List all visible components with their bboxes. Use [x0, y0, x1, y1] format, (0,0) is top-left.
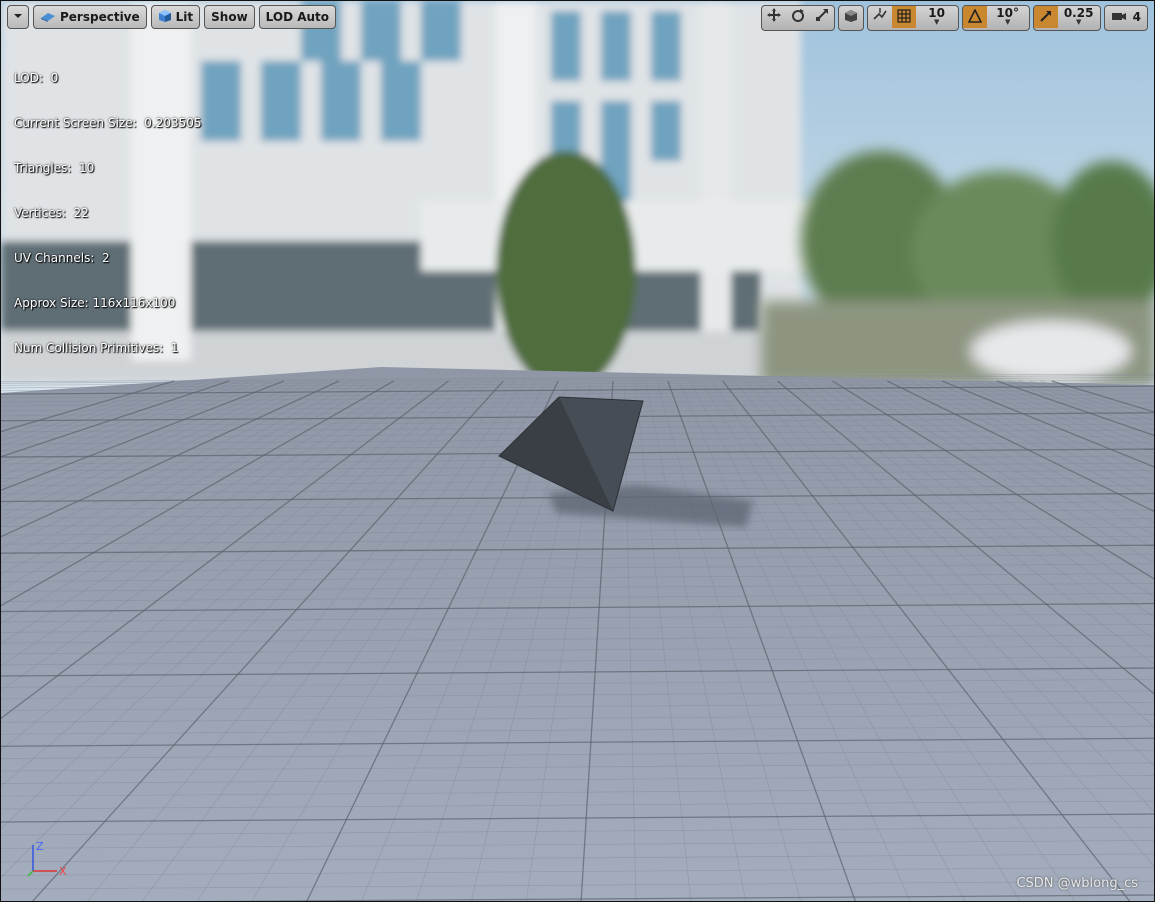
move-arrows-icon	[766, 7, 782, 27]
watermark: CSDN @wblong_cs	[1016, 876, 1138, 891]
scale-snap-value-dropdown[interactable]: 0.25 ▼	[1058, 6, 1100, 28]
grid-snap-toggle[interactable]	[891, 6, 916, 28]
camera-speed-value: 4	[1132, 9, 1141, 24]
stat-lod: LOD: 0	[14, 71, 59, 85]
stat-triangles: Triangles: 10	[14, 161, 95, 175]
mesh-stats-overlay: LOD: 0 Current Screen Size: 0.203505 Tri…	[14, 41, 202, 386]
lit-label: Lit	[175, 10, 194, 24]
grid-snap-value-dropdown[interactable]: 10 ▼	[916, 6, 958, 28]
scale-arrow-icon	[1039, 8, 1053, 27]
x-axis-label: X	[59, 865, 67, 878]
viewport-options-button[interactable]	[7, 5, 29, 29]
viewport-toolbar-left: Perspective Lit Show LOD Auto	[7, 5, 337, 29]
angle-triangle-icon	[967, 7, 982, 27]
show-label: Show	[211, 10, 248, 24]
axis-gizmo: Z X	[27, 840, 67, 878]
scale-icon	[814, 7, 830, 27]
lod-button[interactable]: LOD Auto	[258, 5, 337, 29]
rotation-snap-toggle[interactable]	[962, 6, 987, 28]
show-button[interactable]: Show	[204, 5, 255, 29]
world-local-toggle[interactable]	[839, 6, 863, 28]
cube-icon	[844, 8, 858, 27]
stat-collision-primitives: Num Collision Primitives: 1	[14, 341, 179, 355]
rotate-mode-button[interactable]	[786, 6, 810, 28]
translate-mode-button[interactable]	[762, 6, 786, 28]
z-axis-label: Z	[36, 840, 44, 853]
grid-snap-group: 10 ▼	[866, 5, 959, 31]
stat-uv-channels: UV Channels: 2	[14, 251, 110, 265]
scale-mode-button[interactable]	[810, 6, 834, 28]
surface-snap-button[interactable]	[868, 6, 892, 28]
chevron-down-icon: ▼	[1075, 18, 1082, 26]
lit-cube-icon	[158, 9, 172, 26]
chevron-down-icon: ▼	[1004, 18, 1011, 26]
perspective-button[interactable]: Perspective	[33, 5, 147, 29]
y-axis-line	[27, 870, 34, 877]
transform-mode-group	[760, 5, 835, 31]
perspective-label: Perspective	[60, 10, 140, 24]
rotate-icon	[790, 7, 806, 27]
stat-approx-size: Approx Size: 116x116x100	[14, 296, 176, 310]
coordinate-space-group	[837, 5, 864, 31]
chevron-down-icon	[12, 10, 24, 25]
chevron-down-icon: ▼	[933, 18, 940, 26]
camera-icon	[1111, 10, 1127, 24]
viewport-toolbar-right: 10 ▼ 10° ▼ 0.25 ▼ 4	[760, 5, 1148, 31]
grid-icon	[897, 8, 911, 27]
perspective-camera-icon	[40, 10, 56, 25]
stat-screen-size: Current Screen Size: 0.203505	[14, 116, 202, 130]
rotation-snap-value-dropdown[interactable]: 10° ▼	[987, 6, 1029, 28]
camera-speed-dropdown[interactable]: 4	[1105, 6, 1147, 28]
lit-button[interactable]: Lit	[150, 5, 201, 29]
rotation-snap-group: 10° ▼	[961, 5, 1030, 31]
stat-vertices: Vertices: 22	[14, 206, 89, 220]
mesh-editor-viewport[interactable]: Perspective Lit Show LOD Auto 10 ▼ 10° ▼…	[0, 0, 1155, 902]
camera-speed-group: 4	[1103, 5, 1148, 31]
surface-snap-icon	[872, 7, 888, 27]
scale-snap-toggle[interactable]	[1033, 6, 1058, 28]
scale-snap-group: 0.25 ▼	[1032, 5, 1101, 31]
lod-label: LOD Auto	[265, 10, 330, 24]
